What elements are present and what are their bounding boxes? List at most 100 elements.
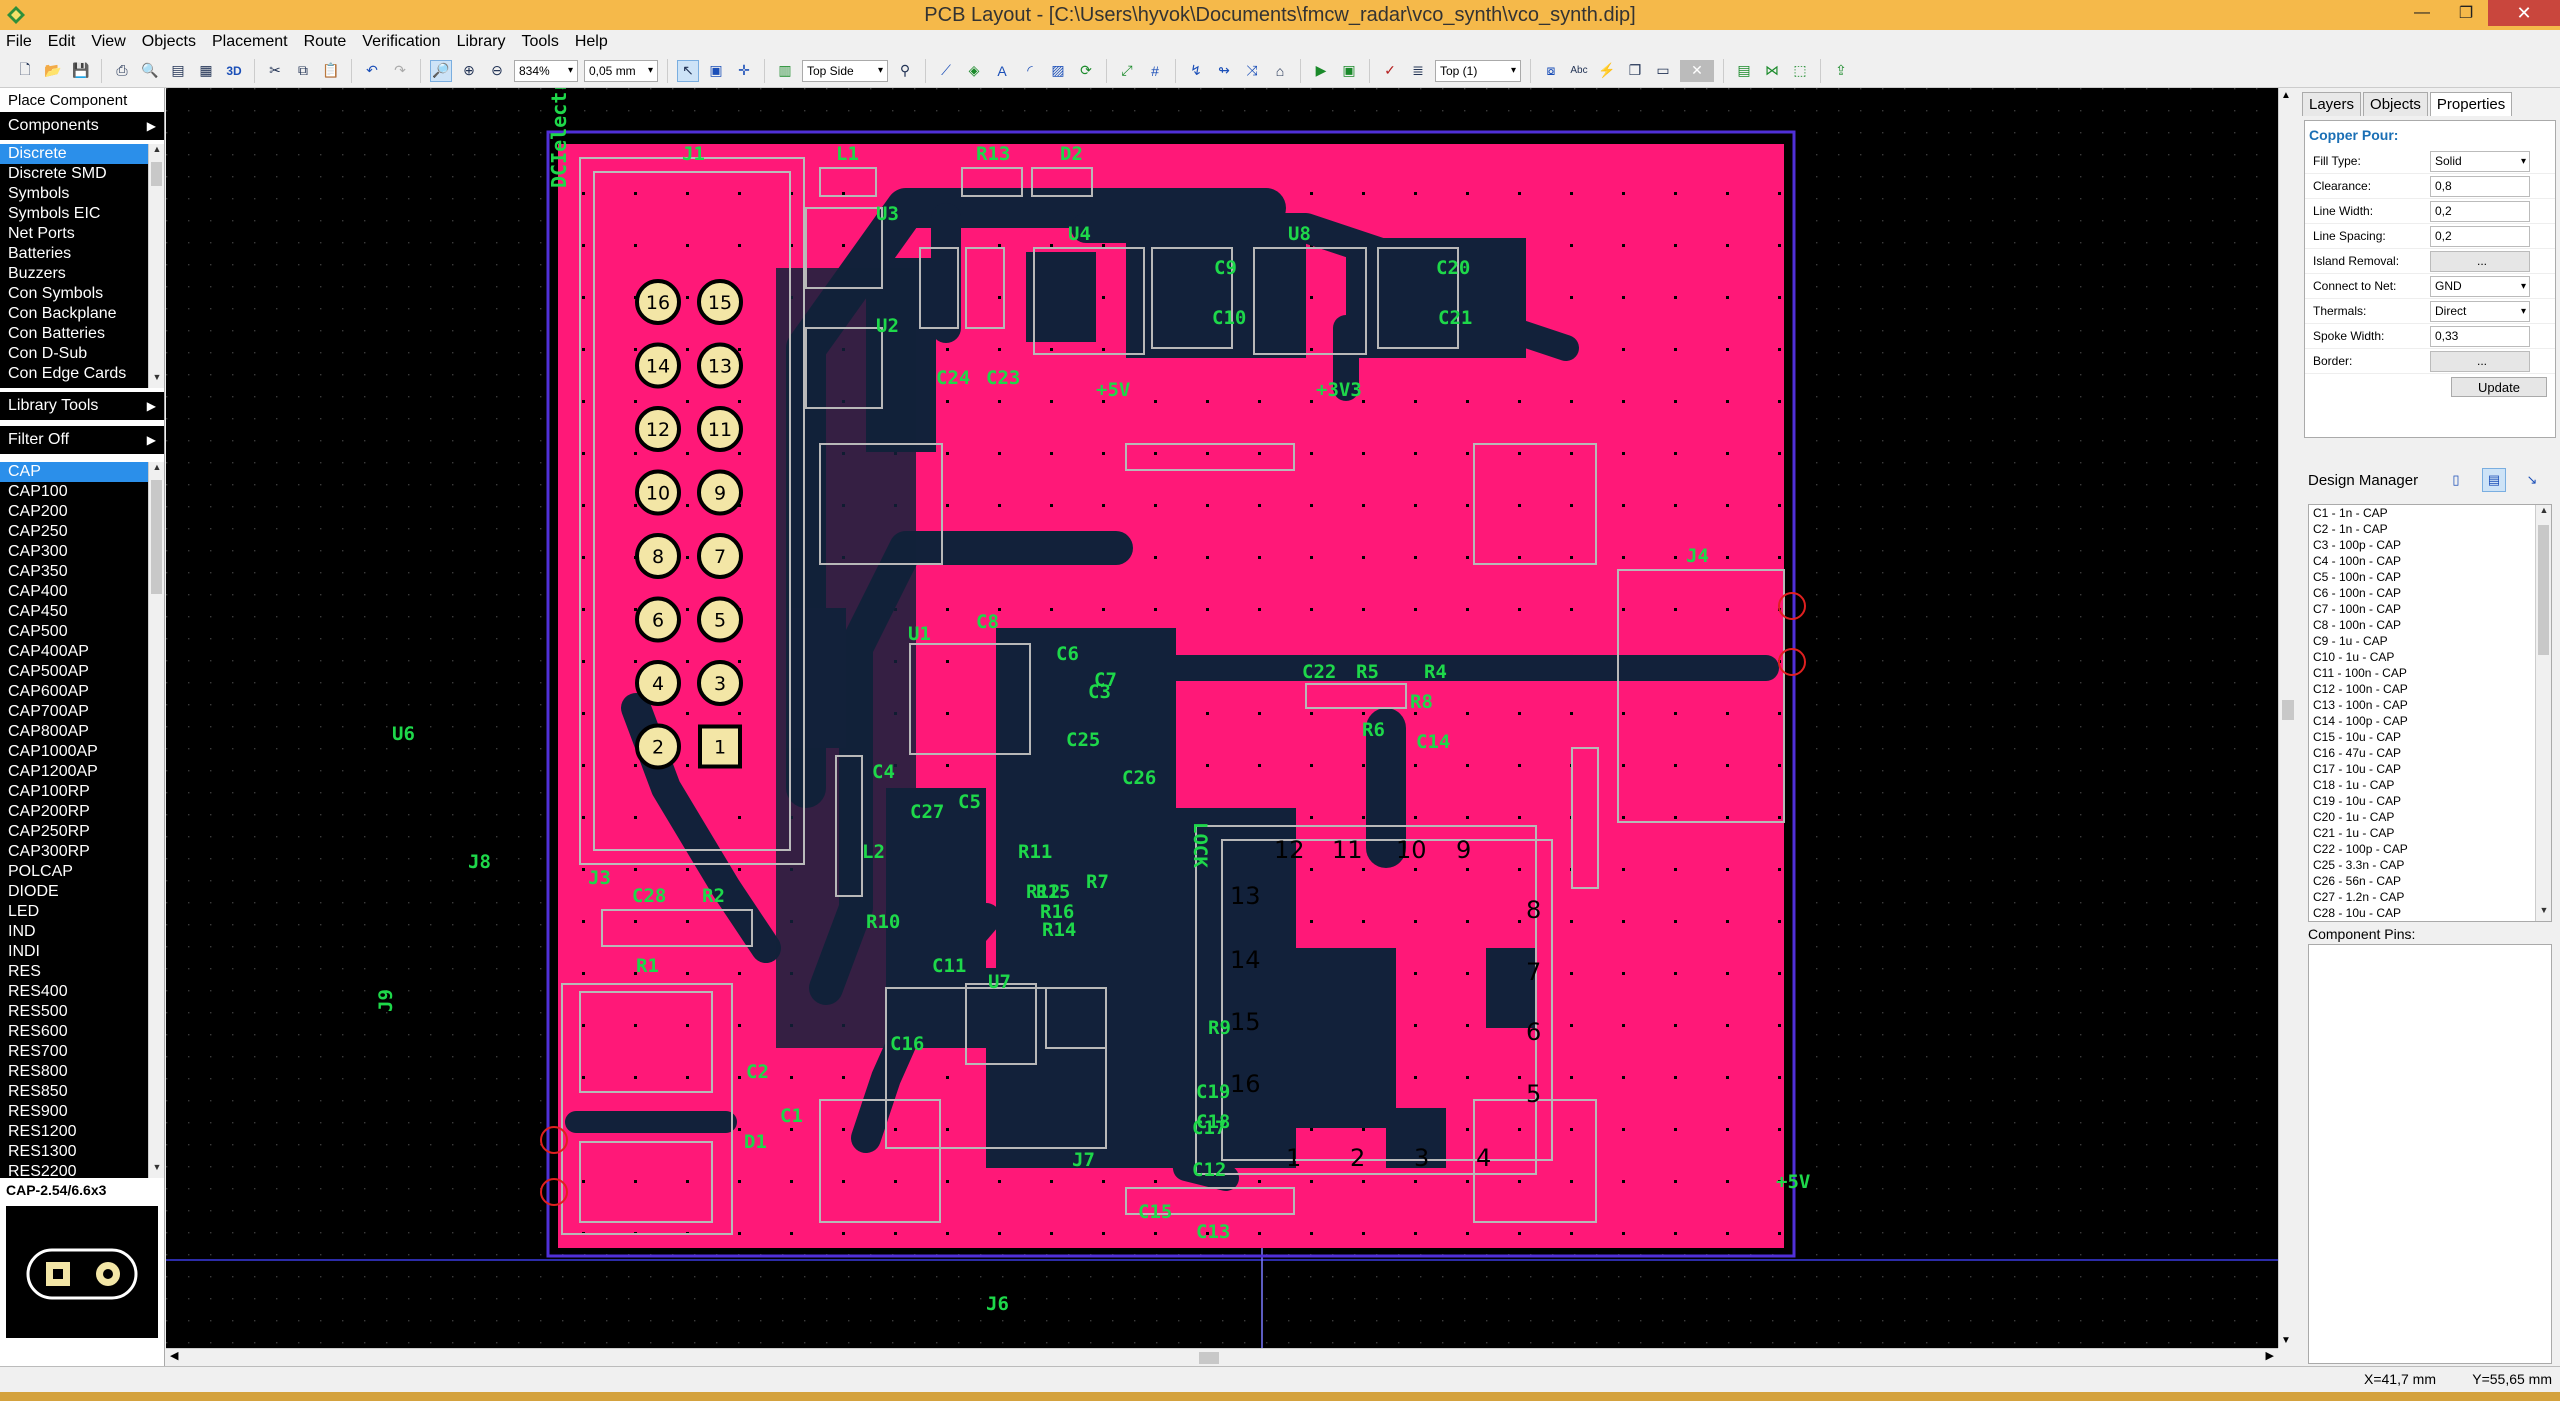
part-item[interactable]: CAP: [0, 462, 164, 482]
header-pad[interactable]: 16: [635, 279, 681, 325]
select-pointer-icon[interactable]: ↖: [677, 59, 699, 82]
part-item[interactable]: IND: [0, 922, 164, 942]
cut-icon[interactable]: ✂: [264, 60, 286, 82]
menu-tools[interactable]: Tools: [521, 33, 558, 51]
category-item[interactable]: Con Edge Cards: [0, 364, 164, 384]
select-area-icon[interactable]: ▣: [705, 60, 727, 82]
arc-icon[interactable]: ◜: [1019, 60, 1041, 82]
part-item[interactable]: RES: [0, 962, 164, 982]
bom-icon[interactable]: ▤: [167, 60, 189, 82]
3d-view-icon[interactable]: 3D: [223, 60, 245, 82]
pcb-layout-graphic[interactable]: 16 1514 1312 1110 98 76 54 32 1 J1 L1 R13 D2U3U2C24…: [166, 0, 2278, 1348]
component-list-item[interactable]: C18 - 1u - CAP: [2309, 777, 2551, 793]
category-item[interactable]: Symbols EIC: [0, 204, 164, 224]
part-item[interactable]: CAP300: [0, 542, 164, 562]
grid-toggle-icon[interactable]: #: [1144, 60, 1166, 82]
part-item[interactable]: INDI: [0, 942, 164, 962]
menu-library[interactable]: Library: [457, 33, 506, 51]
header-pad[interactable]: 13: [697, 342, 743, 389]
category-item[interactable]: Con D-Sub: [0, 344, 164, 364]
component-list-item[interactable]: C14 - 100p - CAP: [2309, 713, 2551, 729]
menu-edit[interactable]: Edit: [48, 33, 76, 51]
category-item[interactable]: Discrete SMD: [0, 164, 164, 184]
part-item[interactable]: CAP250RP: [0, 822, 164, 842]
component-list-item[interactable]: C9 - 1u - CAP: [2309, 633, 2551, 649]
component-list-item[interactable]: C11 - 100n - CAP: [2309, 665, 2551, 681]
header-pad[interactable]: 2: [635, 723, 681, 770]
part-item[interactable]: CAP1000AP: [0, 742, 164, 762]
window-close-icon[interactable]: ✕: [1680, 59, 1714, 82]
component-list-item[interactable]: C16 - 47u - CAP: [2309, 745, 2551, 761]
property-value[interactable]: ...: [2430, 350, 2530, 372]
measure-icon[interactable]: ⤢: [1116, 60, 1138, 82]
property-value[interactable]: ...: [2430, 250, 2530, 272]
part-item[interactable]: DIODE: [0, 882, 164, 902]
layer-select[interactable]: Top (1): [1435, 59, 1521, 82]
part-item[interactable]: RES400: [0, 982, 164, 1002]
abc-icon[interactable]: Abc: [1568, 60, 1590, 82]
category-item[interactable]: Batteries: [0, 244, 164, 264]
zoom-out-icon[interactable]: ⊖: [486, 60, 508, 82]
category-item[interactable]: Discrete: [0, 144, 164, 164]
menu-help[interactable]: Help: [575, 33, 608, 51]
component-list-item[interactable]: C19 - 10u - CAP: [2309, 793, 2551, 809]
route-net-icon[interactable]: ↬: [1213, 60, 1235, 82]
canvas-horizontal-scrollbar[interactable]: ◀ ▶: [166, 1348, 2278, 1366]
run-drc-icon[interactable]: ▶: [1310, 60, 1332, 82]
component-list-item[interactable]: C17 - 10u - CAP: [2309, 761, 2551, 777]
close-button[interactable]: ✕: [2488, 0, 2560, 26]
property-value[interactable]: 0,8: [2430, 175, 2530, 197]
part-item[interactable]: CAP100RP: [0, 782, 164, 802]
part-item[interactable]: CAP100: [0, 482, 164, 502]
header-pad[interactable]: 15: [697, 279, 743, 325]
component-list-item[interactable]: C20 - 1u - CAP: [2309, 809, 2551, 825]
part-item[interactable]: RES1300: [0, 1142, 164, 1162]
category-item[interactable]: Con Backplane: [0, 304, 164, 324]
list-view-icon[interactable]: ▤: [2482, 468, 2506, 492]
redo-icon[interactable]: ↷: [389, 60, 411, 82]
component-list-item[interactable]: C7 - 100n - CAP: [2309, 601, 2551, 617]
part-item[interactable]: RES850: [0, 1082, 164, 1102]
part-item[interactable]: CAP200RP: [0, 802, 164, 822]
part-item[interactable]: CAP400: [0, 582, 164, 602]
maximize-button[interactable]: ❐: [2444, 0, 2488, 26]
window-restore-icon[interactable]: ❐: [1624, 60, 1646, 82]
components-view-icon[interactable]: ▯: [2444, 468, 2468, 492]
component-list-scrollbar[interactable]: ▲ ▼: [2535, 505, 2551, 921]
component-list-item[interactable]: C21 - 1u - CAP: [2309, 825, 2551, 841]
part-item[interactable]: CAP350: [0, 562, 164, 582]
part-item[interactable]: CAP800AP: [0, 722, 164, 742]
part-item[interactable]: CAP700AP: [0, 702, 164, 722]
route-line-icon[interactable]: ⟋: [935, 60, 957, 82]
part-item[interactable]: RES600: [0, 1022, 164, 1042]
lightning-icon[interactable]: ⚡: [1596, 60, 1618, 82]
property-value[interactable]: Solid: [2430, 150, 2530, 172]
header-pad[interactable]: 4: [635, 660, 681, 706]
net-highlight-icon[interactable]: ⋈: [1761, 60, 1783, 82]
paste-icon[interactable]: 📋: [320, 60, 342, 82]
component-list-item[interactable]: C6 - 100n - CAP: [2309, 585, 2551, 601]
save-icon[interactable]: 💾: [70, 60, 92, 82]
header-pad[interactable]: 6: [635, 596, 681, 643]
part-item[interactable]: CAP300RP: [0, 842, 164, 862]
menu-file[interactable]: File: [6, 33, 32, 51]
filter-dropdown[interactable]: Filter Off ▶: [0, 426, 164, 454]
export-icon[interactable]: ⇪: [1830, 60, 1852, 82]
check-icon[interactable]: ✓: [1379, 60, 1401, 82]
find-icon[interactable]: ⚲: [894, 60, 916, 82]
part-item[interactable]: POLCAP: [0, 862, 164, 882]
grid-select[interactable]: 0,05 mm: [584, 59, 658, 82]
menu-view[interactable]: View: [91, 33, 125, 51]
header-pad[interactable]: 3: [697, 660, 743, 706]
category-scrollbar[interactable]: ▲ ▼: [148, 144, 164, 388]
component-list-item[interactable]: C25 - 3.3n - CAP: [2309, 857, 2551, 873]
drc-report-icon[interactable]: ▣: [1338, 60, 1360, 82]
header-pad[interactable]: 12: [635, 406, 681, 452]
open-folder-icon[interactable]: 📂: [42, 60, 64, 82]
components-dropdown[interactable]: Components ▶: [0, 112, 164, 140]
part-item[interactable]: CAP500AP: [0, 662, 164, 682]
nets-view-icon[interactable]: ↘: [2520, 468, 2544, 492]
via-icon[interactable]: ◈: [963, 60, 985, 82]
component-list-item[interactable]: C22 - 100p - CAP: [2309, 841, 2551, 857]
copy-icon[interactable]: ⧉: [292, 60, 314, 82]
